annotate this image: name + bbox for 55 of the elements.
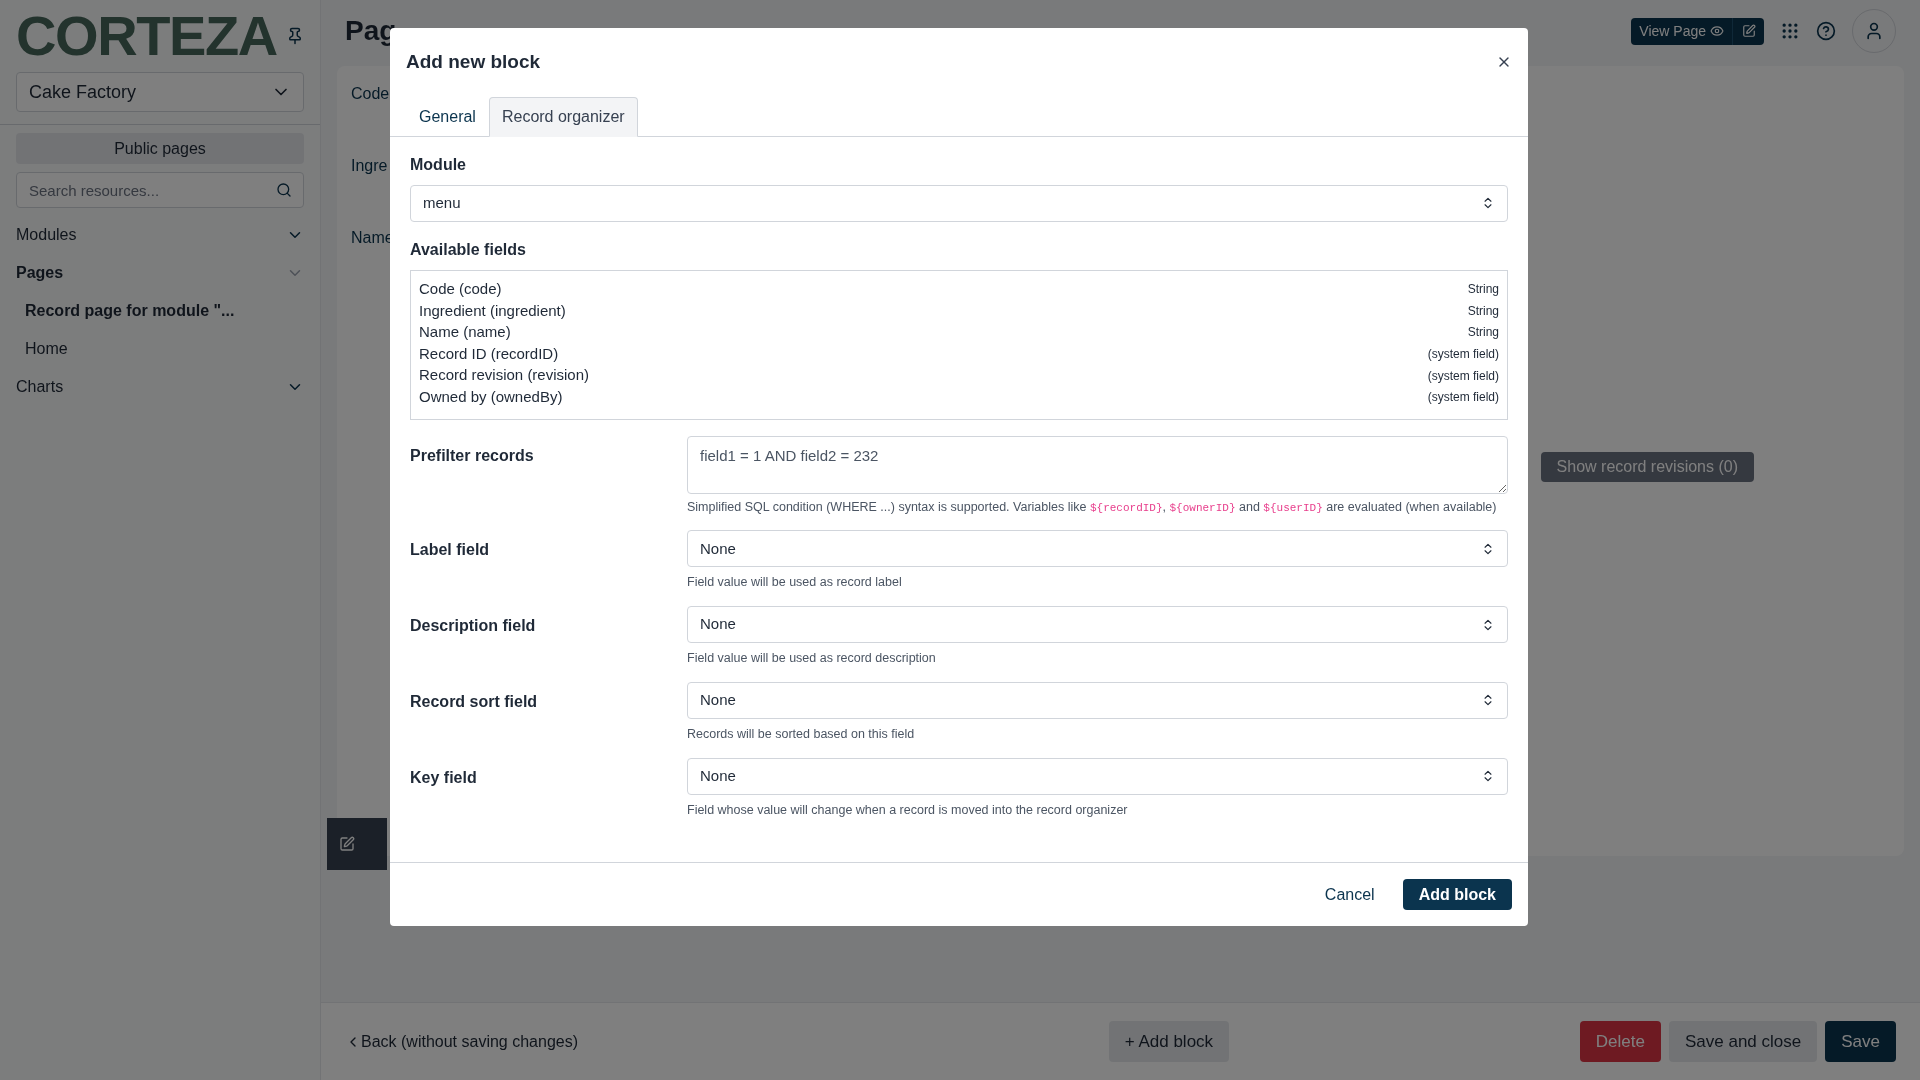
add-block-button[interactable]: + Add block [1108, 1021, 1230, 1062]
namespace-select[interactable]: Cake Factory [16, 72, 304, 112]
apps-grid-icon[interactable] [1780, 21, 1800, 41]
search-icon [276, 182, 292, 198]
field-label: Code [351, 84, 390, 104]
sidebar-item[interactable]: Record page for module "... [16, 292, 304, 330]
field-label: Record sort field [410, 691, 539, 712]
field-select[interactable]: None [687, 757, 1508, 795]
public-pages-button[interactable]: Public pages [16, 133, 304, 164]
save-and-close-button[interactable]: Save and close [1669, 1021, 1818, 1062]
eye-icon [1710, 24, 1724, 38]
field-label: Description field [410, 616, 537, 636]
field-select[interactable]: None [687, 606, 1508, 643]
field-select[interactable]: None [687, 681, 1508, 719]
help-text: Field whose value will change when a record is moved into the record organizer [687, 801, 1129, 819]
help-text: Records will be sorted based on this field [687, 725, 916, 743]
sidebar-section[interactable]: Charts [16, 368, 304, 406]
sidebar-item[interactable]: Home [16, 330, 304, 368]
help-text: Simplified SQL condition (WHERE ...) syntax is supported. Variables like ${recordID}, ${ownerID} and ${userID} are evaluated (when available) [687, 498, 1498, 516]
save-button[interactable]: Save [1825, 1021, 1896, 1062]
back-link[interactable]: Back (without saving changes) [345, 1029, 578, 1054]
logo: CORTEZA [16, 8, 277, 64]
user-icon [1864, 21, 1884, 41]
edit-icon [1741, 24, 1756, 38]
module-select[interactable]: menu [410, 184, 1508, 222]
help-icon[interactable] [1816, 21, 1836, 41]
field-item[interactable]: Name (name) String [419, 321, 1499, 344]
field-label: Key field [410, 767, 478, 788]
cancel-button[interactable]: Cancel [1312, 879, 1387, 910]
field-item[interactable]: Owned by (ownedBy) (system field) [419, 386, 1499, 409]
field-select[interactable]: None [687, 530, 1508, 568]
field-label: Available fields [410, 239, 527, 260]
sidebar-section[interactable]: Modules [16, 216, 304, 254]
help-text: Field value will be used as record label [687, 574, 903, 592]
tab[interactable]: General [406, 96, 489, 137]
field-label: Ingre [351, 156, 388, 176]
edit-button[interactable] [1732, 17, 1764, 45]
tab[interactable]: Record organizer [488, 96, 638, 137]
prefilter-textarea[interactable]: field1 = 1 AND field2 = 232 [687, 435, 1508, 494]
field-label: Prefilter records [410, 445, 535, 466]
field-item[interactable]: Record ID (recordID) (system field) [419, 343, 1499, 365]
field-label: Label field [410, 540, 491, 561]
field-item[interactable]: Ingredient (ingredient) String [419, 300, 1499, 322]
edit-icon[interactable] [339, 836, 355, 852]
field-item[interactable]: Code (code) String [419, 278, 1499, 301]
field-label: Module [410, 154, 467, 175]
modal-title: Add new block [406, 50, 541, 74]
search-field[interactable]: Search resources... [16, 172, 304, 208]
user-avatar[interactable] [1852, 9, 1896, 53]
add-block-button[interactable]: Add block [1402, 879, 1512, 910]
field-item[interactable]: Record revision (revision) (system field) [419, 364, 1499, 387]
pin-icon[interactable] [286, 27, 304, 45]
view-page-button[interactable]: View Page [1631, 17, 1732, 45]
help-text: Field value will be used as record description [687, 650, 937, 667]
sidebar-section[interactable]: Pages [16, 254, 304, 292]
